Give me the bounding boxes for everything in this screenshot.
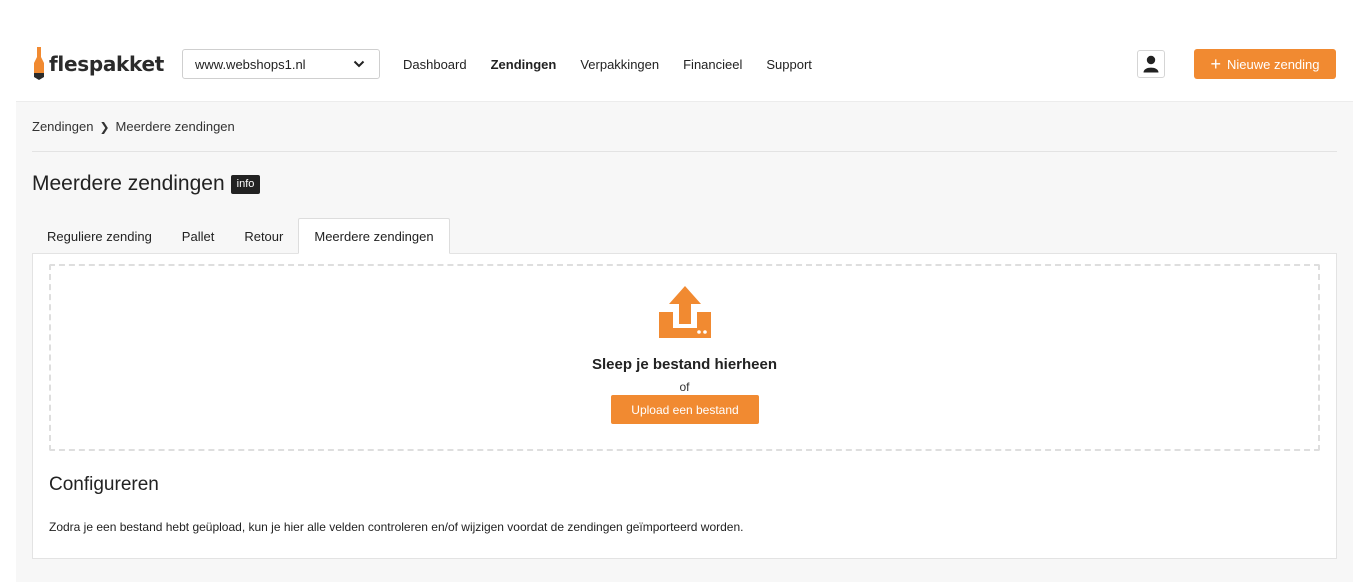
chevron-down-icon (353, 60, 365, 68)
info-badge[interactable]: info (230, 174, 261, 194)
user-menu-button[interactable] (1137, 50, 1165, 78)
breadcrumb-item-zendingen[interactable]: Zendingen (32, 119, 93, 134)
file-dropzone[interactable]: Sleep je bestand hierheen of Upload een … (49, 264, 1320, 451)
webshop-select[interactable]: www.webshops1.nl (182, 49, 380, 79)
page-title-text: Meerdere zendingen (32, 172, 225, 195)
configure-description: Zodra je een bestand hebt geüpload, kun … (49, 520, 744, 534)
top-header: flespakket www.webshops1.nl Dashboard Ze… (16, 0, 1353, 102)
dropzone-title: Sleep je bestand hierheen (591, 356, 778, 373)
upload-icon (659, 286, 711, 338)
configure-heading: Configureren (49, 474, 159, 495)
upload-file-button[interactable]: Upload een bestand (611, 395, 759, 424)
tab-meerdere-zendingen[interactable]: Meerdere zendingen (298, 218, 450, 254)
chevron-right-icon: ❯ (99, 119, 110, 134)
plus-icon: + (1210, 54, 1221, 74)
breadcrumb-item-current: Meerdere zendingen (115, 119, 235, 134)
nav-support[interactable]: Support (766, 57, 812, 72)
webshop-select-value: www.webshops1.nl (195, 56, 306, 72)
brand-logo[interactable]: flespakket (32, 44, 164, 84)
nav-dashboard[interactable]: Dashboard (403, 57, 467, 72)
new-shipment-button[interactable]: + Nieuwe zending (1194, 49, 1336, 79)
new-shipment-label: Nieuwe zending (1227, 56, 1320, 72)
dropzone-or: of (679, 380, 690, 394)
breadcrumb-divider (32, 151, 1337, 152)
brand-name: flespakket (49, 52, 165, 76)
tab-retour[interactable]: Retour (229, 218, 298, 254)
tab-panel: Sleep je bestand hierheen of Upload een … (32, 253, 1337, 559)
nav-verpakkingen[interactable]: Verpakkingen (580, 57, 659, 72)
breadcrumb: Zendingen ❯ Meerdere zendingen (32, 119, 235, 134)
page-title: Meerdere zendingen info (32, 172, 261, 196)
main-nav: Dashboard Zendingen Verpakkingen Financi… (403, 57, 836, 72)
tab-reguliere-zending[interactable]: Reguliere zending (32, 218, 167, 254)
tab-pallet[interactable]: Pallet (167, 218, 230, 254)
shipment-type-tabs: Reguliere zending Pallet Retour Meerdere… (32, 218, 450, 254)
bottle-logo-icon (34, 47, 44, 80)
nav-financieel[interactable]: Financieel (683, 57, 742, 72)
user-icon (1143, 55, 1159, 73)
nav-zendingen[interactable]: Zendingen (491, 57, 557, 72)
